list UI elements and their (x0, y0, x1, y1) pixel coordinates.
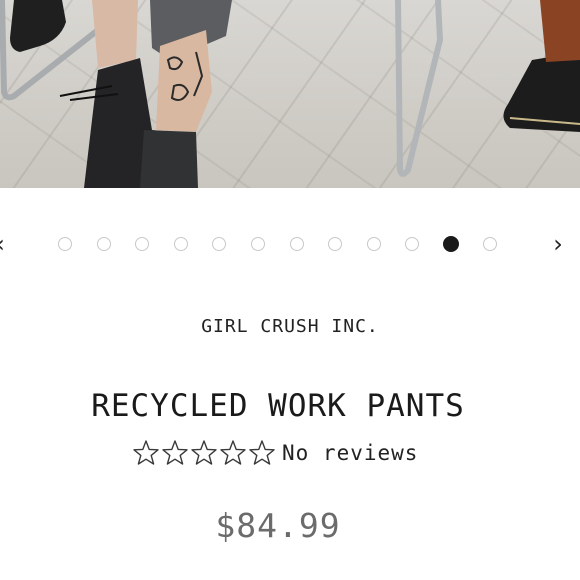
star-icon (162, 440, 188, 465)
carousel-dot[interactable] (289, 237, 304, 251)
carousel-dot[interactable] (443, 236, 459, 252)
rating-stars[interactable] (132, 439, 276, 467)
star-icon (249, 440, 275, 465)
product-brand[interactable]: GIRL CRUSH INC. (0, 316, 580, 337)
product-image[interactable] (0, 0, 580, 188)
carousel-dot[interactable] (212, 237, 227, 251)
star-icon (191, 440, 217, 465)
product-title: RECYCLED WORK PANTS (91, 388, 465, 424)
star-icon (133, 440, 159, 465)
carousel-dot[interactable] (366, 237, 381, 251)
product-rating[interactable]: No reviews (132, 438, 418, 468)
carousel-dot[interactable] (405, 237, 420, 251)
carousel-dot[interactable] (135, 237, 150, 251)
image-carousel-controls: ‹ › (0, 228, 580, 262)
product-photo-drawing (0, 0, 580, 188)
carousel-dot[interactable] (58, 237, 72, 251)
carousel-dot[interactable] (328, 237, 343, 251)
reviews-label: No reviews (282, 441, 419, 465)
chevron-left-icon[interactable]: ‹ (0, 228, 12, 262)
carousel-dot[interactable] (251, 237, 265, 251)
star-icon (220, 440, 246, 465)
product-price: $84.99 (215, 506, 341, 545)
carousel-dot[interactable] (173, 237, 188, 251)
carousel-dot[interactable] (482, 237, 497, 251)
chevron-right-icon[interactable]: › (546, 228, 570, 262)
carousel-dot[interactable] (96, 237, 111, 251)
